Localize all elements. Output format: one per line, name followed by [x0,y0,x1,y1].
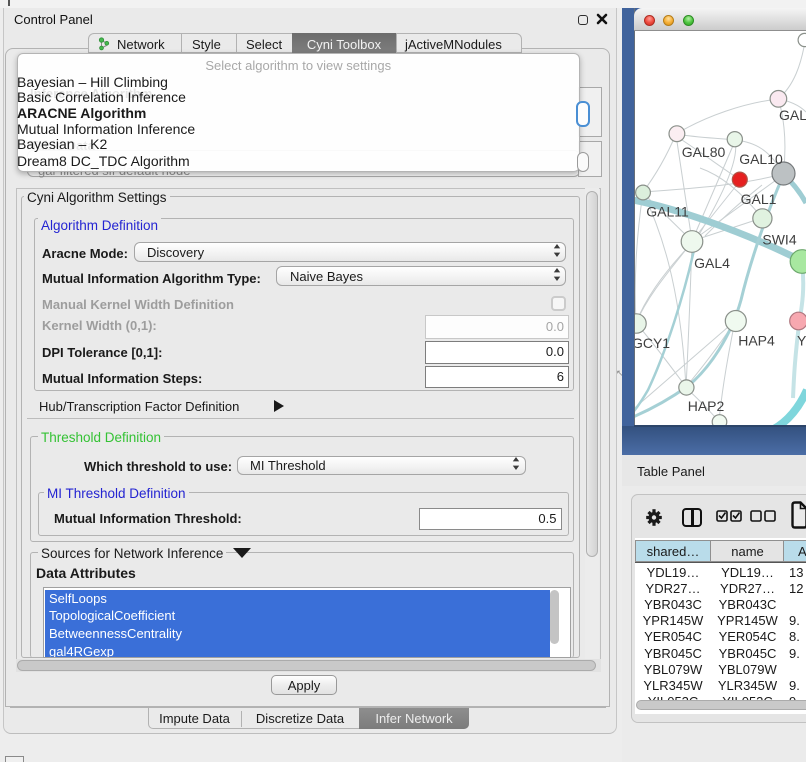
svg-text:Y: Y [797,333,806,349]
svg-text:SWI4: SWI4 [762,232,796,248]
svg-text:GAL1: GAL1 [741,191,777,207]
svg-text:GAL80: GAL80 [682,144,726,160]
svg-text:HAP2: HAP2 [688,398,725,414]
svg-text:GAL4: GAL4 [694,255,730,271]
svg-text:GAL7: GAL7 [779,107,806,123]
svg-text:GCY1: GCY1 [635,335,670,351]
svg-text:HAP4: HAP4 [738,333,775,349]
svg-text:GAL11: GAL11 [646,204,689,220]
svg-text:GAL10: GAL10 [739,151,783,167]
